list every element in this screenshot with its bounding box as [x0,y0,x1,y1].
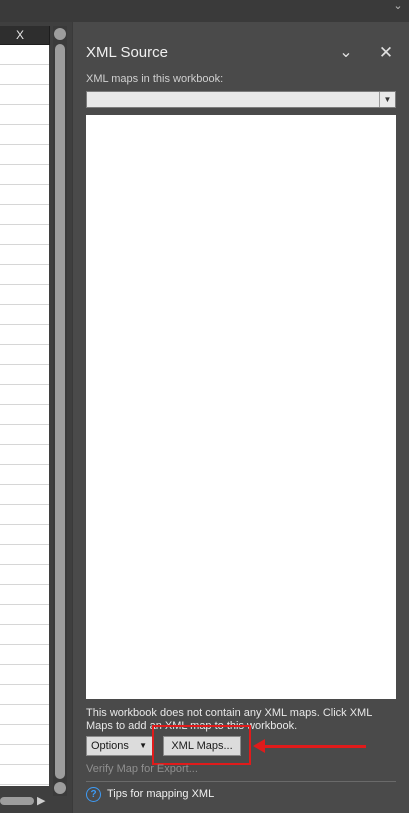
tips-label: Tips for mapping XML [107,788,215,800]
column-header[interactable]: X [0,26,50,45]
column-header-label: X [16,28,25,42]
pane-title: XML Source [86,44,168,61]
top-strip: ⌄ [0,0,409,22]
verify-map-link: Verify Map for Export... [86,763,198,775]
vertical-scroll-thumb[interactable] [55,44,65,779]
scroll-up-button[interactable] [54,28,66,40]
scroll-down-button[interactable] [54,782,66,794]
xml-map-tree[interactable] [86,115,396,699]
annotation-arrow [263,745,366,748]
chevron-down-icon[interactable]: ⌄ [337,44,355,62]
scroll-right-icon[interactable]: ▶ [37,794,45,807]
horizontal-scrollbar[interactable]: ▶ [0,794,49,808]
divider [86,781,396,782]
cell-grid[interactable] [0,45,49,786]
dropdown-arrow-icon[interactable]: ▼ [379,92,395,107]
horizontal-scroll-thumb[interactable] [0,797,34,805]
spreadsheet-area: X ▶ [0,22,72,813]
annotation-highlight-box [152,725,251,765]
options-button[interactable]: Options ▼ [86,736,153,756]
chevron-down-icon[interactable]: ⌄ [391,0,405,14]
xml-source-pane: XML Source ⌄ ✕ XML maps in this workbook… [72,22,409,813]
maps-label: XML maps in this workbook: [86,73,224,85]
options-caret-icon: ▼ [139,741,147,750]
close-icon[interactable]: ✕ [377,44,395,62]
options-label: Options [91,740,129,752]
help-icon: ? [86,787,101,802]
vertical-scrollbar[interactable] [53,26,67,796]
xml-maps-dropdown[interactable]: ▼ [86,91,396,108]
